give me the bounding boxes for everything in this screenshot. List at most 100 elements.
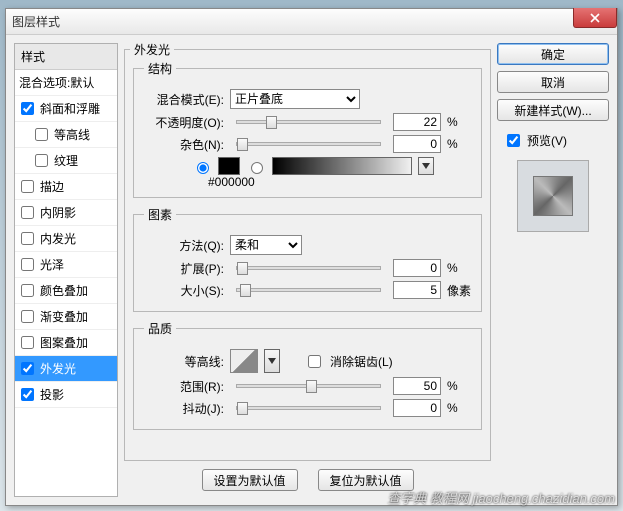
style-item-checkbox[interactable] — [21, 336, 34, 349]
range-input[interactable] — [393, 377, 441, 395]
contour-dropdown-button[interactable] — [264, 349, 280, 373]
style-item-label: 描边 — [40, 178, 64, 195]
titlebar: 图层样式 — [6, 9, 617, 35]
style-item-label: 等高线 — [54, 126, 90, 143]
color-swatch[interactable] — [218, 157, 240, 175]
right-panel: 确定 取消 新建样式(W)... 预览(V) — [497, 43, 609, 497]
style-item-checkbox[interactable] — [35, 128, 48, 141]
opacity-unit: % — [447, 115, 471, 129]
structure-legend: 结构 — [144, 60, 176, 77]
spread-label: 扩展(P): — [144, 260, 224, 277]
size-label: 大小(S): — [144, 282, 224, 299]
preview-checkbox[interactable] — [507, 134, 520, 147]
chevron-down-icon — [268, 358, 276, 364]
blending-options-label: 混合选项:默认 — [19, 74, 94, 91]
opacity-input[interactable] — [393, 113, 441, 131]
ok-button[interactable]: 确定 — [497, 43, 609, 65]
quality-group: 品质 等高线: 消除锯齿(L) 范围(R): — [133, 320, 482, 430]
spread-input[interactable] — [393, 259, 441, 277]
style-item-checkbox[interactable] — [21, 310, 34, 323]
contour-picker[interactable] — [230, 349, 258, 373]
opacity-slider[interactable] — [236, 120, 381, 124]
color-gradient-radio[interactable] — [251, 162, 263, 174]
close-icon — [590, 13, 600, 23]
noise-slider[interactable] — [236, 142, 381, 146]
style-item-6[interactable]: 光泽 — [15, 252, 117, 278]
style-item-7[interactable]: 颜色叠加 — [15, 278, 117, 304]
make-default-button[interactable]: 设置为默认值 — [202, 469, 298, 491]
noise-input[interactable] — [393, 135, 441, 153]
jitter-input[interactable] — [393, 399, 441, 417]
gradient-dropdown-button[interactable] — [418, 157, 434, 175]
style-item-checkbox[interactable] — [21, 232, 34, 245]
cancel-label: 取消 — [541, 74, 565, 91]
jitter-label: 抖动(J): — [144, 400, 224, 417]
range-slider[interactable] — [236, 384, 381, 388]
style-item-8[interactable]: 渐变叠加 — [15, 304, 117, 330]
make-default-label: 设置为默认值 — [213, 472, 285, 489]
size-slider[interactable] — [236, 288, 381, 292]
blending-options-item[interactable]: 混合选项:默认 — [15, 70, 117, 96]
new-style-label: 新建样式(W)... — [514, 102, 591, 119]
preview-thumbnail — [517, 160, 589, 232]
close-button[interactable] — [573, 8, 617, 28]
range-label: 范围(R): — [144, 378, 224, 395]
contour-label: 等高线: — [144, 353, 224, 370]
style-item-0[interactable]: 斜面和浮雕 — [15, 96, 117, 122]
layer-style-dialog: 图层样式 样式 混合选项:默认 斜面和浮雕等高线纹理描边内阴影内发光光泽颜色叠加… — [5, 8, 618, 506]
style-item-label: 渐变叠加 — [40, 308, 88, 325]
new-style-button[interactable]: 新建样式(W)... — [497, 99, 609, 121]
jitter-unit: % — [447, 401, 471, 415]
style-item-2[interactable]: 纹理 — [15, 148, 117, 174]
style-item-5[interactable]: 内发光 — [15, 226, 117, 252]
size-unit: 像素 — [447, 282, 471, 299]
chevron-down-icon — [422, 163, 430, 169]
blendmode-label: 混合模式(E): — [144, 91, 224, 108]
style-item-3[interactable]: 描边 — [15, 174, 117, 200]
style-item-4[interactable]: 内阴影 — [15, 200, 117, 226]
size-input[interactable] — [393, 281, 441, 299]
style-item-10[interactable]: 外发光 — [15, 356, 117, 382]
style-item-checkbox[interactable] — [21, 180, 34, 193]
style-list-header: 样式 — [15, 44, 117, 70]
technique-select[interactable]: 柔和 — [230, 235, 302, 255]
dialog-title: 图层样式 — [12, 13, 60, 30]
style-list-panel: 样式 混合选项:默认 斜面和浮雕等高线纹理描边内阴影内发光光泽颜色叠加渐变叠加图… — [14, 43, 118, 497]
style-item-label: 纹理 — [54, 152, 78, 169]
style-item-checkbox[interactable] — [21, 102, 34, 115]
style-item-checkbox[interactable] — [35, 154, 48, 167]
style-item-label: 内发光 — [40, 230, 76, 247]
style-item-label: 投影 — [40, 386, 64, 403]
ok-label: 确定 — [541, 46, 565, 63]
style-item-checkbox[interactable] — [21, 258, 34, 271]
jitter-slider[interactable] — [236, 406, 381, 410]
style-item-1[interactable]: 等高线 — [15, 122, 117, 148]
antialias-label: 消除锯齿(L) — [330, 353, 393, 370]
style-item-label: 颜色叠加 — [40, 282, 88, 299]
style-item-label: 内阴影 — [40, 204, 76, 221]
style-item-label: 光泽 — [40, 256, 64, 273]
color-hex-label: #000000 — [208, 175, 471, 189]
spread-slider[interactable] — [236, 266, 381, 270]
style-item-label: 外发光 — [40, 360, 76, 377]
color-solid-radio[interactable] — [197, 162, 209, 174]
style-item-checkbox[interactable] — [21, 206, 34, 219]
preview-image — [533, 176, 573, 216]
range-unit: % — [447, 379, 471, 393]
gradient-picker[interactable] — [272, 157, 412, 175]
cancel-button[interactable]: 取消 — [497, 71, 609, 93]
spread-unit: % — [447, 261, 471, 275]
style-item-label: 斜面和浮雕 — [40, 100, 100, 117]
reset-default-label: 复位为默认值 — [329, 472, 401, 489]
opacity-label: 不透明度(O): — [144, 114, 224, 131]
style-item-checkbox[interactable] — [21, 362, 34, 375]
antialias-checkbox[interactable] — [308, 355, 321, 368]
style-item-checkbox[interactable] — [21, 284, 34, 297]
noise-label: 杂色(N): — [144, 136, 224, 153]
settings-panel: 外发光 结构 混合模式(E): 正片叠底 不透明度(O): — [124, 43, 491, 497]
style-item-checkbox[interactable] — [21, 388, 34, 401]
blendmode-select[interactable]: 正片叠底 — [230, 89, 360, 109]
style-item-11[interactable]: 投影 — [15, 382, 117, 408]
style-item-9[interactable]: 图案叠加 — [15, 330, 117, 356]
watermark-text: 查字典 教程网 jiaocheng.chazidian.com — [387, 488, 615, 507]
